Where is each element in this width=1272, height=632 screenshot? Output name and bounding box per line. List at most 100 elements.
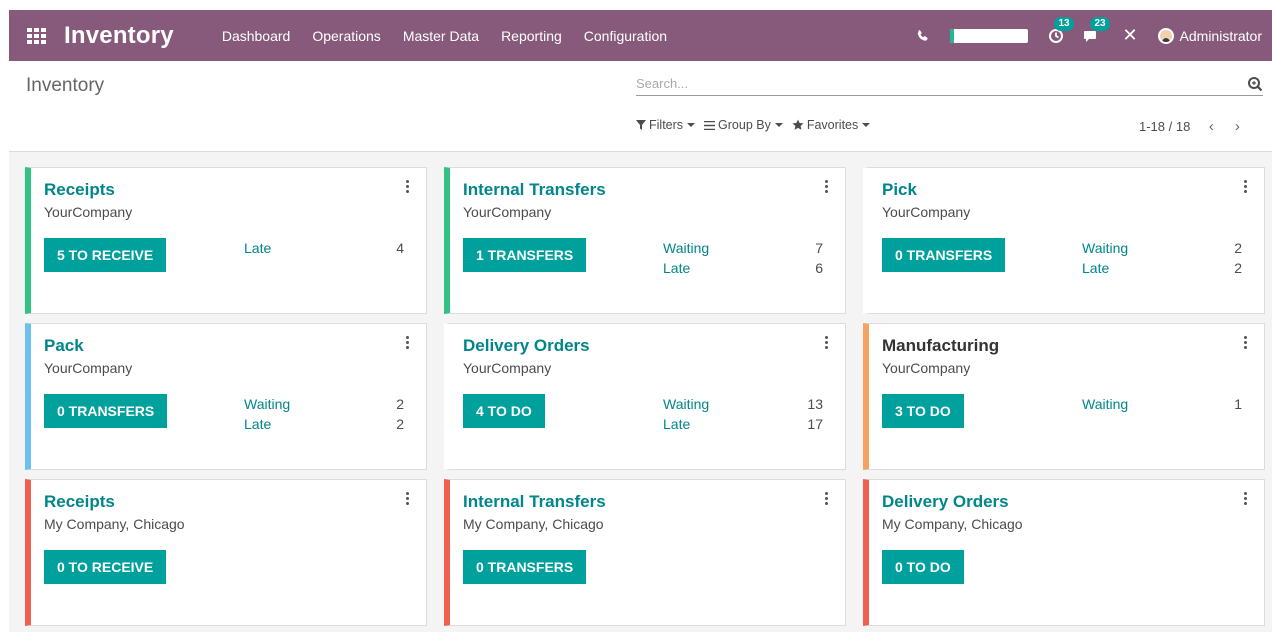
stat-late[interactable]: Late 6 (663, 260, 823, 280)
card-title[interactable]: Delivery Orders (882, 492, 1009, 512)
operation-card[interactable]: Manufacturing YourCompany 3 TO DO Waitin… (863, 323, 1265, 470)
operation-card[interactable]: Internal Transfers YourCompany 1 TRANSFE… (444, 167, 846, 314)
phone-icon[interactable] (916, 29, 930, 43)
card-company: YourCompany (44, 360, 133, 376)
stat-count: 1 (1234, 396, 1242, 412)
pager-previous-icon[interactable]: ‹ (1198, 118, 1224, 135)
pager-next-icon[interactable]: › (1224, 118, 1250, 135)
stat-waiting[interactable]: Waiting 13 (663, 396, 823, 416)
stat-count: 13 (807, 396, 823, 412)
menu-dashboard[interactable]: Dashboard (222, 28, 291, 44)
operation-card[interactable]: Delivery Orders YourCompany 4 TO DO Wait… (444, 323, 846, 470)
card-title[interactable]: Internal Transfers (463, 492, 606, 512)
chevron-down-icon (687, 123, 696, 127)
menu-operations[interactable]: Operations (312, 28, 380, 44)
stat-count: 6 (815, 260, 823, 276)
user-menu[interactable]: Administrator (1157, 27, 1262, 44)
card-action-button[interactable]: 0 TO RECEIVE (44, 550, 167, 584)
card-title[interactable]: Pick (882, 180, 917, 200)
app-brand[interactable]: Inventory (64, 22, 174, 50)
card-title[interactable]: Receipts (44, 492, 115, 512)
kebab-menu-icon[interactable] (404, 180, 410, 194)
favorites-button[interactable]: Favorites (792, 118, 871, 132)
operation-card[interactable]: Internal Transfers My Company, Chicago 0… (444, 479, 846, 626)
close-icon[interactable]: ✕ (1122, 25, 1137, 46)
stat-label: Waiting (244, 396, 291, 412)
stat-count: 2 (1234, 240, 1242, 256)
stat-waiting[interactable]: Waiting 2 (1082, 240, 1242, 260)
stat-late[interactable]: Late 2 (244, 416, 404, 436)
menu-configuration[interactable]: Configuration (584, 28, 667, 44)
main-menu: Dashboard Operations Master Data Reporti… (222, 28, 689, 44)
kebab-menu-icon[interactable] (1242, 492, 1248, 506)
stat-label: Late (1082, 260, 1110, 276)
search-options: Filters Group By Favorites (636, 118, 879, 132)
chevron-down-icon (774, 123, 783, 127)
search-icon[interactable] (1247, 76, 1263, 92)
systray: 13 23 ✕ Administrator (916, 10, 1272, 61)
stat-waiting[interactable]: Waiting 1 (1082, 396, 1242, 416)
stat-waiting[interactable]: Waiting 2 (244, 396, 404, 416)
stat-label: Late (663, 416, 691, 432)
stat-count: 7 (815, 240, 823, 256)
activity-menu[interactable]: 13 (1046, 16, 1074, 46)
card-title[interactable]: Delivery Orders (463, 336, 590, 356)
menu-master-data[interactable]: Master Data (403, 28, 479, 44)
stat-waiting[interactable]: Waiting 7 (663, 240, 823, 260)
card-company: YourCompany (463, 204, 552, 220)
operation-card[interactable]: Receipts YourCompany 5 TO RECEIVE Late 4 (25, 167, 427, 314)
kebab-menu-icon[interactable] (823, 492, 829, 506)
filters-label: Filters (649, 118, 684, 132)
usage-progress-bar (950, 28, 1029, 43)
card-title[interactable]: Internal Transfers (463, 180, 606, 200)
apps-grid-icon[interactable] (27, 27, 47, 44)
chevron-down-icon (862, 123, 871, 127)
kebab-menu-icon[interactable] (1242, 180, 1248, 194)
stat-count: 2 (1234, 260, 1242, 276)
card-title[interactable]: Pack (44, 336, 84, 356)
card-title[interactable]: Manufacturing (882, 336, 999, 356)
stat-late[interactable]: Late 2 (1082, 260, 1242, 280)
stat-count: 4 (396, 240, 404, 256)
card-title[interactable]: Receipts (44, 180, 115, 200)
operation-card[interactable]: Pick YourCompany 0 TRANSFERS Waiting 2 L… (863, 167, 1265, 314)
kebab-menu-icon[interactable] (404, 492, 410, 506)
stat-late[interactable]: Late 17 (663, 416, 823, 436)
kebab-menu-icon[interactable] (404, 336, 410, 350)
stat-label: Late (663, 260, 691, 276)
operation-card[interactable]: Pack YourCompany 0 TRANSFERS Waiting 2 L… (25, 323, 427, 470)
stat-label: Waiting (663, 396, 710, 412)
menu-reporting[interactable]: Reporting (501, 28, 562, 44)
pager-value[interactable]: 1-18 / 18 (1139, 119, 1190, 134)
group-by-button[interactable]: Group By (704, 118, 783, 132)
card-action-button[interactable]: 0 TRANSFERS (882, 238, 1006, 272)
filter-icon (636, 120, 646, 130)
card-action-button[interactable]: 0 TO DO (882, 550, 964, 584)
card-action-button[interactable]: 5 TO RECEIVE (44, 238, 167, 272)
kebab-menu-icon[interactable] (823, 336, 829, 350)
group-by-label: Group By (718, 118, 771, 132)
avatar (1157, 27, 1174, 44)
operation-card[interactable]: Delivery Orders My Company, Chicago 0 TO… (863, 479, 1265, 626)
messaging-menu[interactable]: 23 (1082, 16, 1110, 46)
card-action-button[interactable]: 3 TO DO (882, 394, 964, 428)
card-action-button[interactable]: 4 TO DO (463, 394, 545, 428)
filters-button[interactable]: Filters (636, 118, 696, 132)
stat-late[interactable]: Late 4 (244, 240, 404, 260)
card-action-button[interactable]: 0 TRANSFERS (44, 394, 168, 428)
card-action-button[interactable]: 1 TRANSFERS (463, 238, 587, 272)
top-navbar: Inventory Dashboard Operations Master Da… (9, 10, 1272, 61)
card-action-button[interactable]: 0 TRANSFERS (463, 550, 587, 584)
kebab-menu-icon[interactable] (1242, 336, 1248, 350)
activity-badge: 13 (1054, 16, 1074, 31)
kebab-menu-icon[interactable] (823, 180, 829, 194)
favorites-label: Favorites (806, 118, 859, 132)
search-input[interactable] (636, 72, 1226, 94)
stat-label: Waiting (1082, 240, 1129, 256)
stat-count: 2 (396, 416, 404, 432)
operation-card[interactable]: Receipts My Company, Chicago 0 TO RECEIV… (25, 479, 427, 626)
stat-count: 2 (396, 396, 404, 412)
progress-fill (950, 28, 955, 43)
user-name: Administrator (1179, 27, 1262, 44)
search-bar (636, 72, 1263, 96)
